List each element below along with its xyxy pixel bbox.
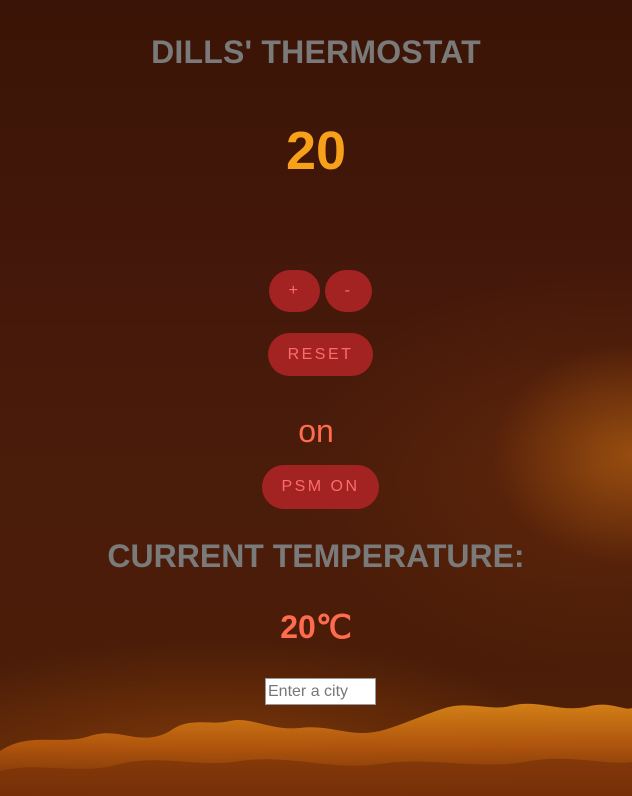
setpoint-temperature: 20	[285, 121, 347, 181]
thermostat-panel: DILLS' THERMOSTAT 20 + - RESET on PSM ON…	[0, 0, 632, 796]
power-saving-status: on	[298, 413, 334, 449]
current-temperature-label: CURRENT TEMPERATURE:	[107, 538, 525, 574]
city-input[interactable]	[265, 678, 376, 705]
power-saving-mode-toggle[interactable]: PSM ON	[262, 465, 379, 509]
current-temperature-value: 20℃	[280, 609, 352, 645]
page-title: DILLS' THERMOSTAT	[151, 34, 481, 70]
reset-button[interactable]: RESET	[268, 333, 373, 376]
decrease-temperature-button[interactable]: -	[325, 270, 372, 312]
increase-temperature-button[interactable]: +	[269, 270, 320, 312]
